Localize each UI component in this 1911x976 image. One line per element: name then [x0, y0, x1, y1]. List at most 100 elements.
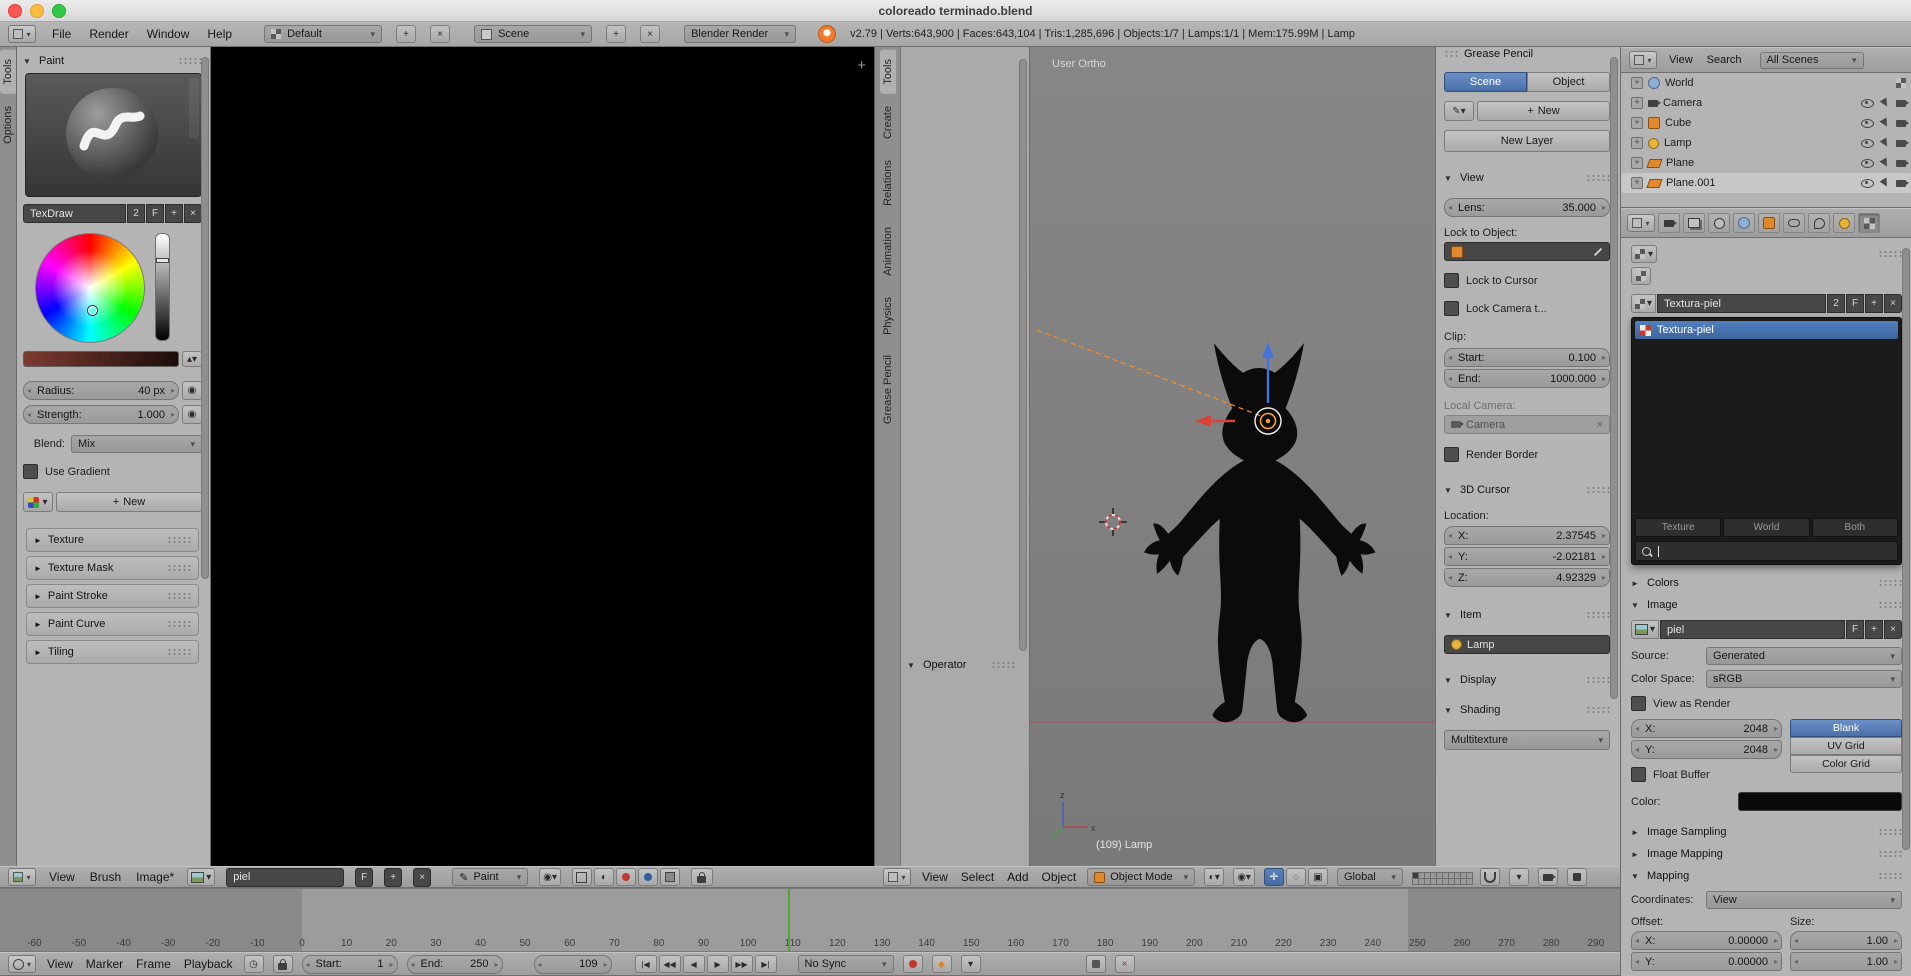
gp-tab-scene[interactable]: Scene [1444, 72, 1527, 92]
render-toggle-icon[interactable] [1896, 119, 1909, 127]
lock-time-button[interactable] [272, 955, 293, 973]
render-engine-selector[interactable]: Blender Render [684, 25, 797, 43]
clip-start-field[interactable]: Start: 0.100 [1444, 348, 1610, 367]
expand-region-plus-icon[interactable]: + [857, 57, 866, 74]
gen-size-x-field[interactable]: X: 2048 [1631, 719, 1782, 738]
radius-pressure-button[interactable]: ◉ [182, 381, 202, 400]
unlink-texture-button[interactable]: × [1884, 294, 1902, 313]
gp-tab-object[interactable]: Object [1527, 72, 1610, 92]
cat-character-silhouette[interactable] [1143, 343, 1376, 723]
unlink-image-button[interactable]: × [1884, 620, 1902, 639]
jump-to-end-button[interactable]: ▶| [754, 955, 777, 973]
hide-toggle-icon[interactable] [1861, 118, 1874, 128]
cursor-y-field[interactable]: Y: -2.02181 [1444, 547, 1610, 566]
hide-toggle-icon[interactable] [1861, 98, 1874, 108]
blend-mode-dropdown[interactable]: Mix [71, 435, 202, 453]
outliner-row-camera[interactable]: + Camera [1621, 93, 1911, 113]
jump-to-start-button[interactable]: |◀ [634, 955, 657, 973]
selectable-toggle-icon[interactable] [1879, 137, 1891, 149]
brush-preview[interactable] [25, 73, 202, 197]
brush-color-swatch[interactable] [23, 351, 179, 367]
opengl-render-button[interactable] [1537, 868, 1558, 886]
expand-icon[interactable]: + [1631, 157, 1643, 169]
tab-relations[interactable]: Relations [880, 151, 896, 215]
transform-orientation-dropdown[interactable]: Global [1336, 868, 1403, 886]
panel-grip[interactable] [1878, 872, 1902, 880]
editor-type-button[interactable]: ▾ [1629, 51, 1657, 69]
lock-camera-checkbox[interactable] [1444, 301, 1459, 316]
panel-grip[interactable] [178, 57, 202, 65]
hide-toggle-icon[interactable] [1861, 178, 1874, 188]
outliner-row-world[interactable]: + World [1621, 73, 1911, 93]
next-keyframe-button[interactable]: ▶▶ [730, 955, 753, 973]
tab-scene[interactable] [1708, 213, 1730, 233]
browse-texture-button[interactable]: ▾ [1631, 294, 1657, 313]
selectable-toggle-icon[interactable] [1879, 97, 1891, 109]
offset-y-field[interactable]: Y: 0.00000 [1631, 952, 1782, 971]
expand-icon[interactable]: + [1631, 137, 1643, 149]
panel-grip[interactable] [1878, 850, 1902, 858]
tab-object[interactable] [1758, 213, 1780, 233]
tab-tools[interactable]: Tools [879, 50, 896, 94]
layer-toggle[interactable] [1465, 877, 1473, 885]
panel-grip[interactable] [167, 592, 191, 600]
add-screen-layout-button[interactable]: + [396, 25, 417, 43]
gen-type-color-grid-button[interactable]: Color Grid [1790, 755, 1902, 773]
screen-layout-selector[interactable]: Default [264, 25, 383, 43]
panel-grip[interactable] [1878, 579, 1902, 587]
tab-modifiers[interactable] [1808, 213, 1830, 233]
render-toggle-icon[interactable] [1896, 99, 1909, 107]
filter-both-button[interactable]: Both [1811, 518, 1898, 537]
menu-render[interactable]: Render [87, 27, 130, 41]
lock-to-cursor-checkbox[interactable] [1444, 273, 1459, 288]
image-sampling-panel-header[interactable]: ► Image Sampling [1631, 822, 1902, 842]
blue-channel-toggle[interactable] [637, 868, 658, 886]
lock-object-field[interactable] [1444, 242, 1610, 261]
image-name-field[interactable]: piel [1660, 620, 1845, 639]
tab-render[interactable] [1658, 213, 1680, 233]
image-name-field[interactable]: piel [226, 867, 345, 887]
menu-view[interactable]: View [920, 870, 950, 884]
new-palette-button[interactable]: + New [56, 492, 202, 512]
tab-texture[interactable] [1858, 213, 1880, 233]
mapping-panel-header[interactable]: ▼ Mapping [1631, 866, 1902, 886]
filter-world-button[interactable]: World [1723, 518, 1810, 537]
tab-options[interactable]: Options [0, 97, 16, 153]
selectable-toggle-icon[interactable] [1879, 117, 1891, 129]
menu-playback[interactable]: Playback [182, 957, 235, 971]
editor-type-button[interactable]: ▾ [8, 868, 36, 886]
add-texture-button[interactable]: + [1865, 294, 1883, 313]
section-texture-mask[interactable]: ► Texture Mask [26, 556, 199, 580]
view3d-shelf-scrollbar[interactable] [1019, 59, 1027, 651]
menu-file[interactable]: File [50, 27, 73, 41]
hide-toggle-icon[interactable] [1861, 158, 1874, 168]
previous-keyframe-button[interactable]: ◀◀ [658, 955, 681, 973]
colorspace-dropdown[interactable]: sRGB [1706, 670, 1902, 688]
gp-new-button[interactable]: + New [1477, 101, 1610, 121]
editor-type-button[interactable]: ▾ [8, 955, 36, 973]
local-camera-field[interactable]: Camera × [1444, 415, 1610, 434]
value-slider[interactable] [155, 233, 170, 341]
unlink-brush-button[interactable]: × [184, 204, 202, 223]
outliner-row-plane-001[interactable]: + Plane.001 [1621, 173, 1911, 193]
tab-grease-pencil[interactable]: Grease Pencil [880, 346, 896, 433]
menu-view[interactable]: View [45, 957, 75, 971]
color-wheel-cursor[interactable] [88, 306, 97, 315]
paint-panel-header[interactable]: ▼ Paint [23, 51, 202, 71]
viewport-3d[interactable]: x z User Ortho (109) Lamp [1030, 47, 1435, 866]
generated-color-swatch[interactable] [1738, 792, 1902, 811]
panel-grip[interactable] [1878, 601, 1902, 609]
outliner-row-plane[interactable]: + Plane [1621, 153, 1911, 173]
hide-toggle-icon[interactable] [1861, 138, 1874, 148]
texture-users-count[interactable]: 2 [1827, 294, 1845, 313]
tab-animation[interactable]: Animation [880, 218, 896, 285]
colors-panel-header[interactable]: ► Colors [1631, 573, 1902, 593]
menu-help[interactable]: Help [205, 27, 234, 41]
play-button[interactable]: ▶ [706, 955, 729, 973]
shading-panel-header[interactable]: ▼ Shading [1444, 700, 1610, 720]
menu-window[interactable]: Window [145, 27, 192, 41]
unlink-image-button[interactable]: × [413, 867, 432, 887]
view-panel-header[interactable]: ▼ View [1444, 168, 1610, 188]
palette-selector-button[interactable]: ▾ [23, 492, 53, 512]
cursor-3d[interactable] [1099, 508, 1127, 536]
